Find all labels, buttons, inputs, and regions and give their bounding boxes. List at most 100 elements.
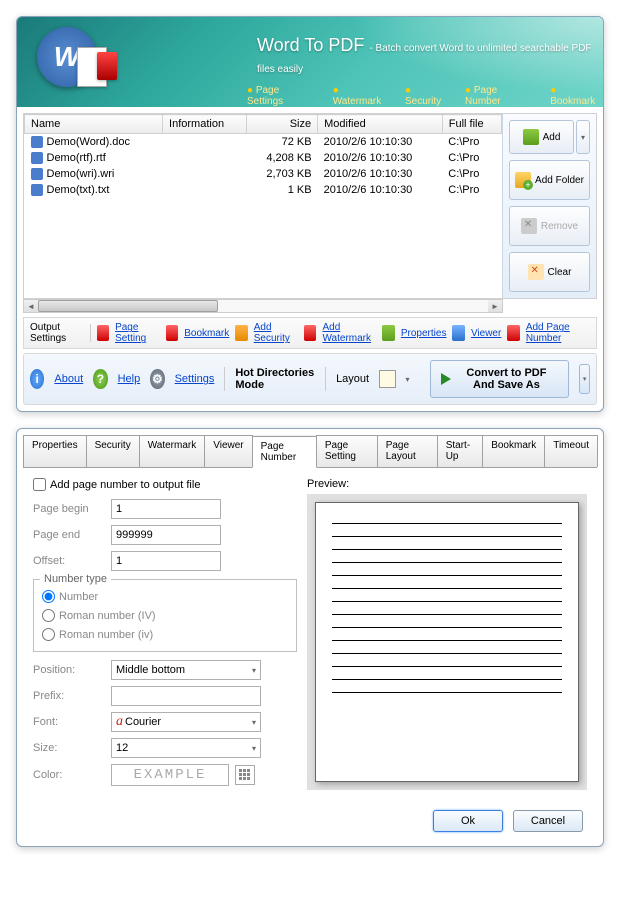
help-icon: ? (93, 369, 107, 389)
sep (90, 324, 91, 342)
col-name[interactable]: Name (25, 115, 163, 134)
tab-page-layout[interactable]: Page Layout (377, 435, 438, 467)
header-title: Word To PDF - Batch convert Word to unli… (257, 35, 603, 77)
preview-line (332, 614, 562, 615)
properties-link[interactable]: Properties (401, 328, 447, 339)
add-icon (523, 129, 539, 145)
convert-arrow-icon (441, 373, 451, 385)
page-setting-link[interactable]: Page Setting (115, 322, 160, 344)
file-table-wrap: Name Information Size Modified Full file… (24, 114, 502, 298)
convert-dropdown[interactable]: ▾ (579, 364, 590, 394)
tab-security[interactable]: Security (86, 435, 140, 467)
help-link[interactable]: Help (118, 373, 141, 385)
scroll-thumb[interactable] (38, 300, 218, 312)
font-select[interactable]: aCourier▾ (111, 712, 261, 732)
watermark-icon (304, 325, 316, 341)
tab-properties[interactable]: Properties (23, 435, 87, 467)
preview-label: Preview: (307, 478, 587, 490)
add-page-number-link[interactable]: Add Page Number (526, 322, 590, 344)
scroll-left-arrow[interactable]: ◄ (24, 300, 38, 312)
number-type-legend: Number type (40, 573, 111, 585)
col-size[interactable]: Size (247, 115, 318, 134)
size-select[interactable]: 12▾ (111, 738, 261, 758)
radio-roman-lower[interactable] (42, 628, 55, 641)
offset-input[interactable] (111, 551, 221, 571)
tab-watermark[interactable]: Watermark (139, 435, 206, 467)
header-link-bookmark[interactable]: Bookmark (550, 85, 603, 107)
col-modified[interactable]: Modified (318, 115, 443, 134)
layout-label: Layout (336, 373, 369, 385)
header-link-page-settings[interactable]: Page Settings (247, 85, 317, 107)
layout-dropdown[interactable]: ▾ (406, 375, 410, 384)
font-label: Font: (33, 716, 105, 728)
tab-timeout[interactable]: Timeout (544, 435, 598, 467)
position-value: Middle bottom (116, 664, 185, 676)
add-watermark-link[interactable]: Add Watermark (322, 322, 376, 344)
security-icon (235, 325, 247, 341)
viewer-link[interactable]: Viewer (471, 328, 501, 339)
header-link-watermark[interactable]: Watermark (333, 85, 389, 107)
radio-roman-upper[interactable] (42, 609, 55, 622)
logo-extra (77, 47, 117, 87)
chevron-down-icon: ▾ (252, 718, 256, 727)
scroll-right-arrow[interactable]: ► (488, 300, 502, 312)
position-select[interactable]: Middle bottom▾ (111, 660, 261, 680)
add-page-number-checkbox[interactable] (33, 478, 46, 491)
prefix-input[interactable] (111, 686, 261, 706)
preview-line (332, 653, 562, 654)
layout-swatch[interactable] (379, 370, 395, 388)
remove-label: Remove (541, 221, 578, 232)
table-row[interactable]: Demo(Word).doc72 KB2010/2/6 10:10:30C:\P… (25, 134, 502, 151)
add-security-link[interactable]: Add Security (254, 322, 298, 344)
page-end-label: Page end (33, 529, 105, 541)
color-example-input[interactable]: EXAMPLE (111, 764, 229, 786)
add-folder-button[interactable]: Add Folder (509, 160, 590, 200)
add-button[interactable]: Add (509, 120, 574, 154)
col-information[interactable]: Information (163, 115, 247, 134)
page-end-input[interactable] (111, 525, 221, 545)
header-link-security[interactable]: Security (405, 85, 449, 107)
preview-page (315, 502, 579, 782)
size-value: 12 (116, 742, 128, 754)
main-app-window: Word To PDF - Batch convert Word to unli… (16, 16, 604, 412)
remove-button[interactable]: Remove (509, 206, 590, 246)
add-label: Add (543, 132, 561, 143)
header-link-page-number[interactable]: Page Number (465, 85, 534, 107)
tab-start-up[interactable]: Start-Up (437, 435, 484, 467)
radio-number[interactable] (42, 590, 55, 603)
tab-viewer[interactable]: Viewer (204, 435, 252, 467)
col-fullfile[interactable]: Full file (442, 115, 501, 134)
dialog-inner: PropertiesSecurityWatermarkViewerPage Nu… (17, 429, 603, 846)
clear-button[interactable]: Clear (509, 252, 590, 292)
tab-page-setting[interactable]: Page Setting (316, 435, 378, 467)
color-picker-button[interactable] (235, 765, 255, 785)
add-dropdown[interactable]: ▾ (576, 120, 590, 154)
table-row[interactable]: Demo(rtf).rtf4,208 KB2010/2/6 10:10:30C:… (25, 150, 502, 166)
size-label: Size: (33, 742, 105, 754)
main-area: Name Information Size Modified Full file… (23, 113, 597, 299)
ok-button[interactable]: Ok (433, 810, 503, 832)
add-page-number-checkbox-row: Add page number to output file (33, 478, 297, 491)
tab-bookmark[interactable]: Bookmark (482, 435, 545, 467)
preview-line (332, 666, 562, 667)
table-row[interactable]: Demo(wri).wri2,703 KB2010/2/6 10:10:30C:… (25, 166, 502, 182)
about-link[interactable]: About (54, 373, 83, 385)
convert-button[interactable]: Convert to PDF And Save As (430, 360, 570, 398)
bookmark-icon (166, 325, 178, 341)
bookmark-link[interactable]: Bookmark (184, 328, 229, 339)
hot-directories-mode[interactable]: Hot Directories Mode (224, 367, 326, 391)
horizontal-scrollbar[interactable]: ◄ ► (23, 299, 503, 313)
preview-line (332, 640, 562, 641)
output-settings-label: Output Settings (30, 322, 84, 344)
output-toolbar: Output Settings Page Setting Bookmark Ad… (23, 317, 597, 349)
tab-content: Add page number to output file Page begi… (23, 468, 597, 802)
radio-roman-upper-label: Roman number (IV) (59, 610, 156, 622)
radio-roman-lower-label: Roman number (iv) (59, 629, 153, 641)
tab-page-number[interactable]: Page Number (252, 436, 317, 468)
settings-link[interactable]: Settings (175, 373, 215, 385)
bottom-bar: i About ? Help ⚙ Settings Hot Directorie… (23, 353, 597, 405)
table-row[interactable]: Demo(txt).txt1 KB2010/2/6 10:10:30C:\Pro (25, 182, 502, 198)
action-panel: Add ▾ Add Folder Remove Clear (502, 114, 596, 298)
cancel-button[interactable]: Cancel (513, 810, 583, 832)
page-begin-input[interactable] (111, 499, 221, 519)
